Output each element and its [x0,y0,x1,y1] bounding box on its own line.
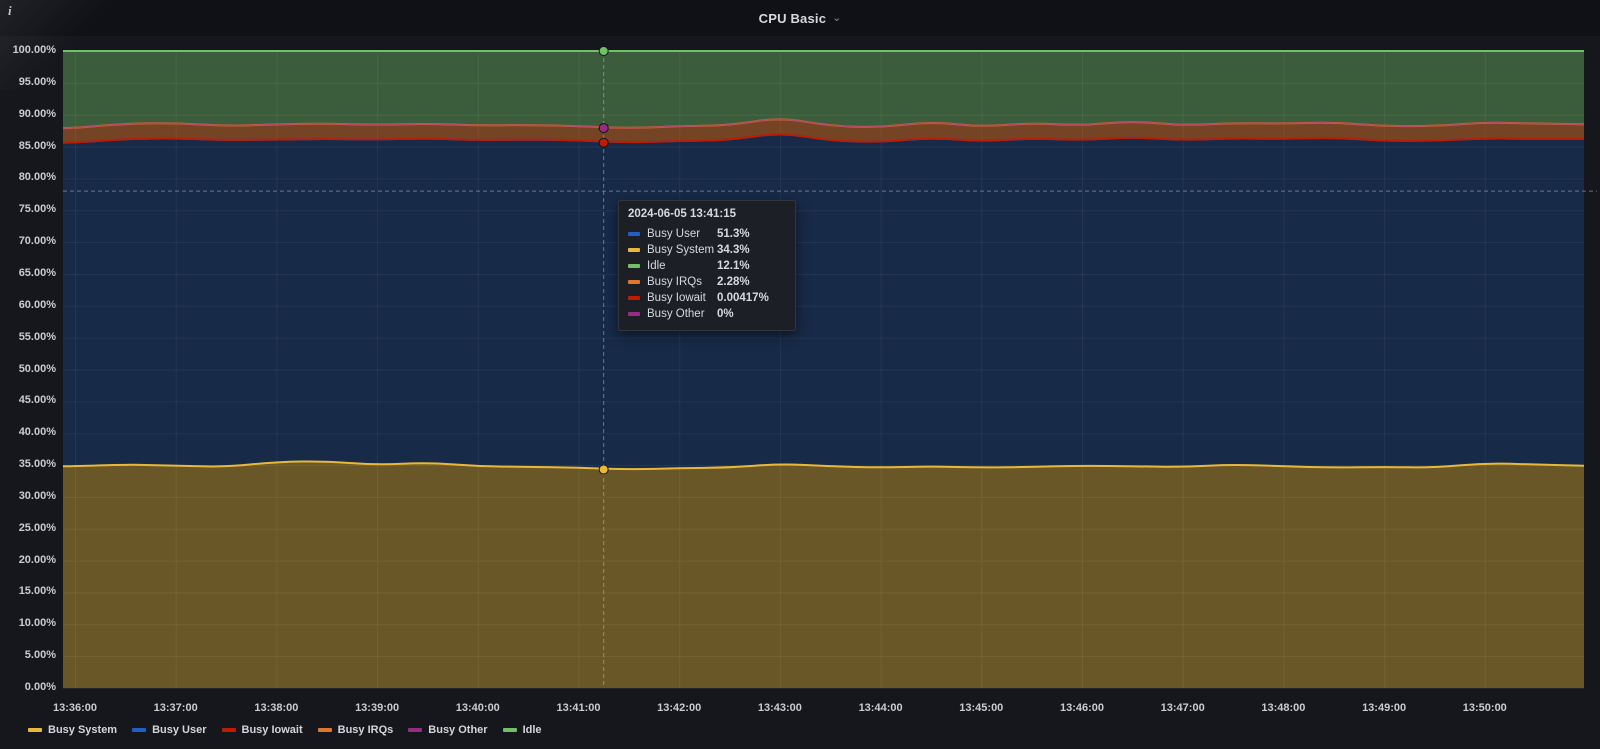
x-tick-label: 13:46:00 [1059,702,1105,714]
y-tick-label: 15.00% [18,585,56,598]
panel-info-icon[interactable]: i [8,3,12,19]
legend: Busy System Busy User Busy Iowait Busy IRQs… [28,722,542,738]
tooltip-series-value: 2.28% [717,276,750,288]
y-tick-label: 65.00% [18,266,56,279]
y-tick-label: 40.00% [18,426,56,439]
legend-swatch [28,728,42,732]
y-tick-label: 35.00% [18,458,56,471]
x-tick-label: 13:38:00 [254,702,299,714]
x-tick-label: 13:37:00 [153,702,198,714]
tooltip-row: Busy User 51.3% [628,226,786,242]
tooltip-series-name: Busy Other [647,308,705,320]
legend-label: Busy Other [428,724,488,736]
series-areas [63,51,1584,688]
x-tick-label: 13:42:00 [657,702,702,714]
y-tick-label: 70.00% [18,235,56,248]
tooltip-series-swatch [628,232,640,236]
legend-item-busy-user[interactable]: Busy User [132,724,207,736]
y-tick-label: 95.00% [18,75,56,88]
tooltip-row: Busy System 34.3% [628,242,786,258]
tooltip-series-value: 12.1% [717,260,750,272]
legend-label: Busy System [48,724,118,736]
legend-swatch [221,728,236,732]
x-tick-label: 13:39:00 [355,702,400,714]
legend-swatch [132,728,147,732]
tooltip-row: Busy IRQs 2.28% [628,274,786,290]
tooltip-row: Busy Iowait 0.00417% [628,290,786,306]
cpu-stacked-area-chart[interactable] [0,0,1600,749]
legend-label: Idle [522,724,542,736]
tooltip-series-swatch [628,248,640,252]
y-tick-label: 5.00% [24,649,56,662]
y-tick-label: 0.00% [24,681,56,693]
x-tick-label: 13:50:00 [1462,702,1507,714]
y-tick-label: 80.00% [18,171,56,184]
chart-tooltip: 2024-06-05 13:41:15 Busy User 51.3% Busy S… [618,200,796,331]
x-tick-label: 13:44:00 [858,702,903,714]
legend-item-busy-other[interactable]: Busy Other [408,724,488,736]
y-tick-label: 100.00% [12,44,56,56]
y-tick-label: 50.00% [18,362,56,375]
grafana-cpu-panel: CPU Basic ⌄ i 0.00% 5.00% 10.00% 15.00% 20.0… [0,0,1600,749]
x-tick-label: 13:49:00 [1362,702,1407,714]
x-tick-label: 13:43:00 [757,702,802,714]
y-tick-label: 20.00% [18,553,56,566]
tooltip-series-swatch [628,280,640,284]
x-tick-label: 13:45:00 [959,702,1004,714]
y-tick-label: 90.00% [18,107,56,120]
tooltip-series-name: Busy Iowait [647,292,706,304]
y-tick-label: 45.00% [18,394,56,407]
x-tick-label: 13:47:00 [1160,702,1205,714]
y-tick-label: 75.00% [18,203,56,216]
tooltip-series-swatch [628,296,640,300]
tooltip-series-name: Idle [647,260,666,272]
tooltip-row: Idle 12.1% [628,258,786,274]
tooltip-timestamp: 2024-06-05 13:41:15 [628,208,737,220]
legend-label: Busy Iowait [241,724,303,736]
tooltip-series-value: 0% [717,308,734,320]
tooltip-series-swatch [628,264,640,268]
y-tick-label: 55.00% [18,330,56,343]
y-tick-label: 10.00% [18,617,56,630]
x-tick-label: 13:41:00 [556,702,601,714]
legend-item-busy-iowait[interactable]: Busy Iowait [221,724,303,736]
tooltip-series-value: 0.00417% [717,292,769,304]
legend-item-busy-system[interactable]: Busy System [28,724,117,736]
legend-swatch [408,728,423,732]
tooltip-series-swatch [628,312,640,316]
legend-swatch [317,728,332,732]
legend-label: Busy User [152,724,207,736]
tooltip-series-value: 34.3% [717,244,750,256]
tooltip-row: Busy Other 0% [628,306,786,322]
y-tick-label: 85.00% [18,139,56,152]
x-tick-label: 13:36:00 [52,702,98,714]
tooltip-series-value: 51.3% [717,228,750,240]
tooltip-series-name: Busy User [647,228,701,240]
x-tick-label: 13:40:00 [455,702,500,714]
legend-label: Busy IRQs [337,724,394,736]
tooltip-series-name: Busy System [647,244,715,256]
legend-item-busy-irqs[interactable]: Busy IRQs [317,724,394,736]
tooltip-series-name: Busy IRQs [647,276,702,288]
legend-swatch [502,728,517,732]
legend-item-idle[interactable]: Idle [502,724,542,736]
y-tick-label: 25.00% [18,521,56,534]
x-tick-label: 13:48:00 [1261,702,1306,714]
y-tick-label: 30.00% [18,489,56,502]
y-tick-label: 60.00% [18,298,56,311]
